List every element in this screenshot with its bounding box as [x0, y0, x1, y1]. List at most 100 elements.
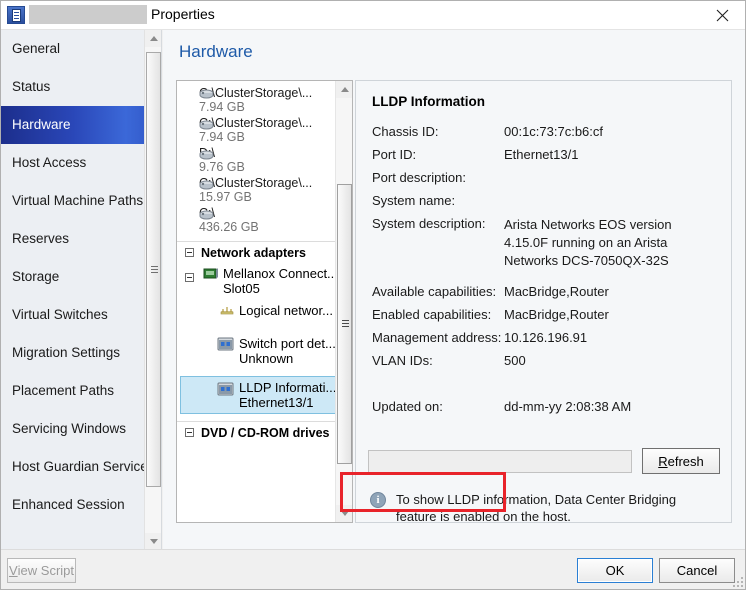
- sidebar-item-label: Virtual Switches: [12, 307, 108, 322]
- sidebar-item-host-access[interactable]: Host Access: [1, 144, 161, 182]
- refresh-button-label: efresh: [668, 454, 704, 469]
- view-script-accesskey: V: [9, 563, 18, 578]
- field-value-chassis-id: 00:1c:73:7c:b6:cf: [504, 124, 714, 139]
- list-item-label: C:\ClusterStorage\...: [199, 176, 312, 190]
- list-item-sublabel: 7.94 GB: [199, 130, 312, 144]
- field-label-updated-on: Updated on:: [372, 399, 443, 414]
- triangle-up-icon[interactable]: [145, 30, 162, 47]
- dialog-footer: View Script OK Cancel: [1, 549, 745, 589]
- list-item-label: Mellanox Connect...: [223, 266, 352, 281]
- device-tree-list[interactable]: C:\ClusterStorage\... 7.94 GB C:\Cluster…: [176, 80, 353, 523]
- lldp-info-note-text: To show LLDP information, Data Center Br…: [396, 492, 676, 523]
- field-label-system-name: System name:: [372, 193, 455, 208]
- field-label-vlan-ids: VLAN IDs:: [372, 353, 433, 368]
- device-list-scrollbar[interactable]: [335, 81, 352, 522]
- list-item-network-adapter[interactable]: Mellanox Connect... Slot05: [177, 264, 352, 298]
- settings-nav-sidebar[interactable]: General Status Hardware Host Access Virt…: [1, 30, 162, 550]
- sidebar-item-enhanced-session[interactable]: Enhanced Session: [1, 486, 161, 524]
- ok-button[interactable]: OK: [577, 558, 653, 583]
- info-icon: i: [370, 492, 386, 508]
- sidebar-item-storage[interactable]: Storage: [1, 258, 161, 296]
- list-item-lldp-information[interactable]: LLDP Informati... Ethernet13/1: [181, 377, 352, 413]
- disk-icon: [199, 88, 214, 103]
- triangle-down-icon[interactable]: [336, 505, 353, 522]
- list-item[interactable]: C:\ 436.26 GB: [177, 205, 352, 235]
- close-icon[interactable]: [699, 1, 745, 30]
- sidebar-item-reserves[interactable]: Reserves: [1, 220, 161, 258]
- list-item[interactable]: C:\ClusterStorage\... 15.97 GB: [177, 175, 352, 205]
- details-title: LLDP Information: [372, 94, 485, 109]
- collapse-expander-icon[interactable]: [185, 248, 194, 257]
- sidebar-item-label: Virtual Machine Paths: [12, 193, 143, 208]
- properties-dialog: Properties General Status Hardware Host …: [0, 0, 746, 590]
- title-bar: Properties: [1, 1, 745, 30]
- logical-network-icon: [219, 304, 235, 319]
- field-value-system-description: Arista Networks EOS version 4.15.0F runn…: [504, 216, 714, 270]
- network-card-icon: [203, 267, 219, 283]
- sidebar-item-general[interactable]: General: [1, 30, 161, 68]
- sidebar-item-servicing-windows[interactable]: Servicing Windows: [1, 410, 161, 448]
- list-item[interactable]: C:\ClusterStorage\... 7.94 GB: [177, 115, 352, 145]
- field-value-vlan-ids: 500: [504, 353, 714, 368]
- window-title: Properties: [151, 6, 215, 22]
- lldp-info-note: i To show LLDP information, Data Center …: [370, 491, 720, 523]
- disk-icon: [199, 119, 214, 134]
- disk-icon: [199, 209, 214, 224]
- field-label-management-address: Management address:: [372, 330, 501, 345]
- list-item[interactable]: C:\ClusterStorage\... 7.94 GB: [177, 81, 352, 115]
- field-value-updated-on: dd-mm-yy 2:08:38 AM: [504, 399, 714, 414]
- sidebar-item-migration-settings[interactable]: Migration Settings: [1, 334, 161, 372]
- redacted-host-name: [29, 5, 147, 24]
- device-list-scrollbar-thumb[interactable]: [337, 184, 352, 464]
- field-label-chassis-id: Chassis ID:: [372, 124, 438, 139]
- lldp-details-pane: LLDP Information Chassis ID: 00:1c:73:7c…: [355, 80, 732, 523]
- field-value-available-capabilities: MacBridge,Router: [504, 284, 714, 299]
- sidebar-item-label: Enhanced Session: [12, 497, 125, 512]
- sidebar-item-virtual-switches[interactable]: Virtual Switches: [1, 296, 161, 334]
- resize-grip-icon[interactable]: [731, 575, 743, 587]
- disk-icon: [199, 149, 214, 164]
- sidebar-item-placement-paths[interactable]: Placement Paths: [1, 372, 161, 410]
- collapse-expander-icon[interactable]: [185, 428, 194, 437]
- list-item-label: C:\ClusterStorage\...: [199, 86, 312, 100]
- sidebar-item-label: Hardware: [12, 117, 71, 132]
- sidebar-scrollbar[interactable]: [144, 30, 161, 550]
- list-item-sublabel: Slot05: [223, 281, 352, 296]
- sidebar-item-label: Status: [12, 79, 50, 94]
- sidebar-scrollbar-thumb[interactable]: [146, 52, 161, 487]
- sidebar-item-label: Host Access: [12, 155, 86, 170]
- collapse-expander-icon[interactable]: [185, 273, 194, 282]
- view-script-label: iew Script: [18, 563, 74, 578]
- list-item[interactable]: D:\ 9.76 GB: [177, 145, 352, 175]
- server-icon: [7, 6, 25, 24]
- sidebar-item-status[interactable]: Status: [1, 68, 161, 106]
- group-header-network-adapters[interactable]: Network adapters: [177, 241, 352, 264]
- sidebar-item-label: Reserves: [12, 231, 69, 246]
- view-script-button[interactable]: View Script: [7, 558, 76, 583]
- field-label-available-capabilities: Available capabilities:: [372, 284, 496, 299]
- hardware-page: Hardware C:\ClusterStorage\... 7.94 GB C…: [163, 30, 745, 550]
- list-item-label: C:\ClusterStorage\...: [199, 116, 312, 130]
- list-item-sublabel: 7.94 GB: [199, 100, 312, 114]
- triangle-up-icon[interactable]: [336, 81, 353, 98]
- group-header-dvd-cdrom-drives[interactable]: DVD / CD-ROM drives: [177, 421, 352, 444]
- sidebar-item-label: Migration Settings: [12, 345, 120, 360]
- sidebar-item-virtual-machine-paths[interactable]: Virtual Machine Paths: [1, 182, 161, 220]
- refresh-row: Refresh: [368, 450, 720, 473]
- cancel-button[interactable]: Cancel: [659, 558, 735, 583]
- field-label-port-description: Port description:: [372, 170, 466, 185]
- refresh-button[interactable]: Refresh: [642, 448, 720, 474]
- sidebar-item-label: Servicing Windows: [12, 421, 126, 436]
- sidebar-item-label: Placement Paths: [12, 383, 114, 398]
- list-item-switch-port-details[interactable]: Switch port det... Unknown: [177, 320, 352, 368]
- refresh-status-textbox[interactable]: [368, 450, 632, 473]
- field-label-system-description: System description:: [372, 216, 485, 231]
- refresh-button-accesskey: R: [658, 454, 667, 469]
- sidebar-item-hardware[interactable]: Hardware: [1, 106, 161, 144]
- list-item-logical-network[interactable]: Logical networ...: [177, 298, 352, 320]
- field-label-port-id: Port ID:: [372, 147, 416, 162]
- triangle-down-icon[interactable]: [145, 533, 162, 550]
- sidebar-item-host-guardian-service[interactable]: Host Guardian Service: [1, 448, 161, 486]
- sidebar-item-label: Host Guardian Service: [12, 459, 148, 474]
- lldp-information-icon: [217, 382, 234, 399]
